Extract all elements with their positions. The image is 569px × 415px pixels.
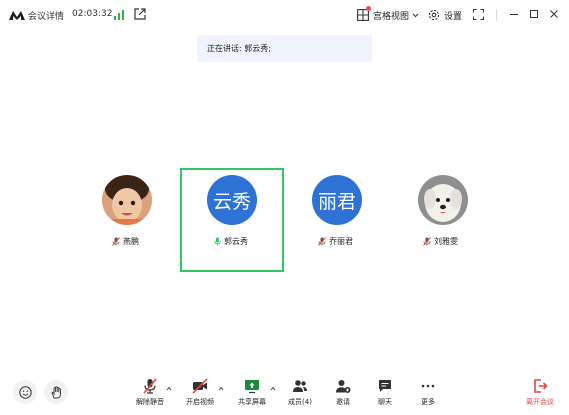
chat-label: 聊天 [378,398,392,406]
chevron-up-icon[interactable] [218,386,224,391]
leave-meeting-label: 离开会议 [526,398,554,406]
more-button[interactable]: 更多 [408,378,448,410]
meeting-details-link[interactable]: 会议详情 [28,9,64,22]
start-video-label: 开启视频 [186,398,214,406]
external-link-icon[interactable] [134,8,146,20]
participant-avatar-text: 丽君 [312,175,362,225]
hand-icon [51,385,61,398]
unmute-label: 解除静音 [136,398,164,406]
raise-hand-button[interactable] [44,380,68,404]
share-screen-label: 共享屏幕 [238,398,266,406]
titlebar-divider [496,9,497,21]
participant-avatar-photo [102,175,152,225]
chat-icon [379,380,391,392]
leave-icon [534,379,548,393]
chevron-up-icon[interactable] [270,386,276,391]
grid-view-button[interactable]: 宫格视图 [357,6,419,23]
maximize-icon[interactable] [528,8,540,20]
microphone-muted-icon [143,378,157,394]
microphone-active-icon [214,237,221,246]
more-icon [421,384,435,388]
meeting-timer: 02:03:32 [72,9,113,19]
meeting-logo-icon [9,11,25,20]
microphone-muted-icon [423,237,431,246]
settings-button[interactable]: 设置 [428,7,462,23]
gear-icon [428,9,440,21]
share-screen-button[interactable]: 共享屏幕 [232,378,272,410]
grid-view-icon [357,6,371,21]
camera-off-icon [192,378,208,394]
grid-view-label: 宫格视图 [373,11,410,22]
reaction-button[interactable] [13,380,37,404]
participant-name-tag: 乔丽君 [318,236,353,247]
speaking-banner-text: 正在讲话: 郭云秀; [207,44,271,53]
notification-dot [366,6,371,11]
invite-label: 邀请 [336,398,350,406]
participant-name: 刘雅雯 [434,237,458,246]
microphone-muted-icon [318,237,326,246]
participant-avatar-photo [418,175,468,225]
members-label: 成员(4) [288,398,312,406]
chevron-down-icon [412,13,419,17]
network-signal-icon [114,10,126,20]
participant-name: 燕鹏 [123,237,139,246]
smiley-icon [18,385,32,399]
close-icon[interactable] [548,8,560,20]
chat-button[interactable]: 聊天 [365,378,405,410]
fullscreen-icon[interactable] [473,9,484,20]
participant-avatar-text: 云秀 [207,175,257,225]
minimize-icon[interactable] [508,8,520,20]
participant-name: 郭云秀 [224,237,248,246]
members-button[interactable]: 成员(4) [280,378,320,410]
participant-name-tag: 刘雅雯 [423,236,458,247]
title-bar: 会议详情 02:03:32 宫格视图 设置 [0,0,569,30]
microphone-muted-icon [112,237,120,246]
participant-name: 乔丽君 [329,237,353,246]
leave-meeting-button[interactable]: 离开会议 [520,378,560,410]
invite-button[interactable]: 邀请 [323,378,363,410]
unmute-button[interactable]: 解除静音 [130,378,170,410]
participant-name-tag: 郭云秀 [214,236,248,247]
more-label: 更多 [421,398,435,406]
members-icon [293,380,307,392]
chevron-up-icon[interactable] [166,386,172,391]
participant-name-tag: 燕鹏 [112,236,139,247]
start-video-button[interactable]: 开启视频 [180,378,220,410]
share-screen-icon [245,380,259,394]
speaking-banner: 正在讲话: 郭云秀; [197,35,372,62]
add-user-icon [336,380,351,393]
settings-label: 设置 [444,11,463,22]
